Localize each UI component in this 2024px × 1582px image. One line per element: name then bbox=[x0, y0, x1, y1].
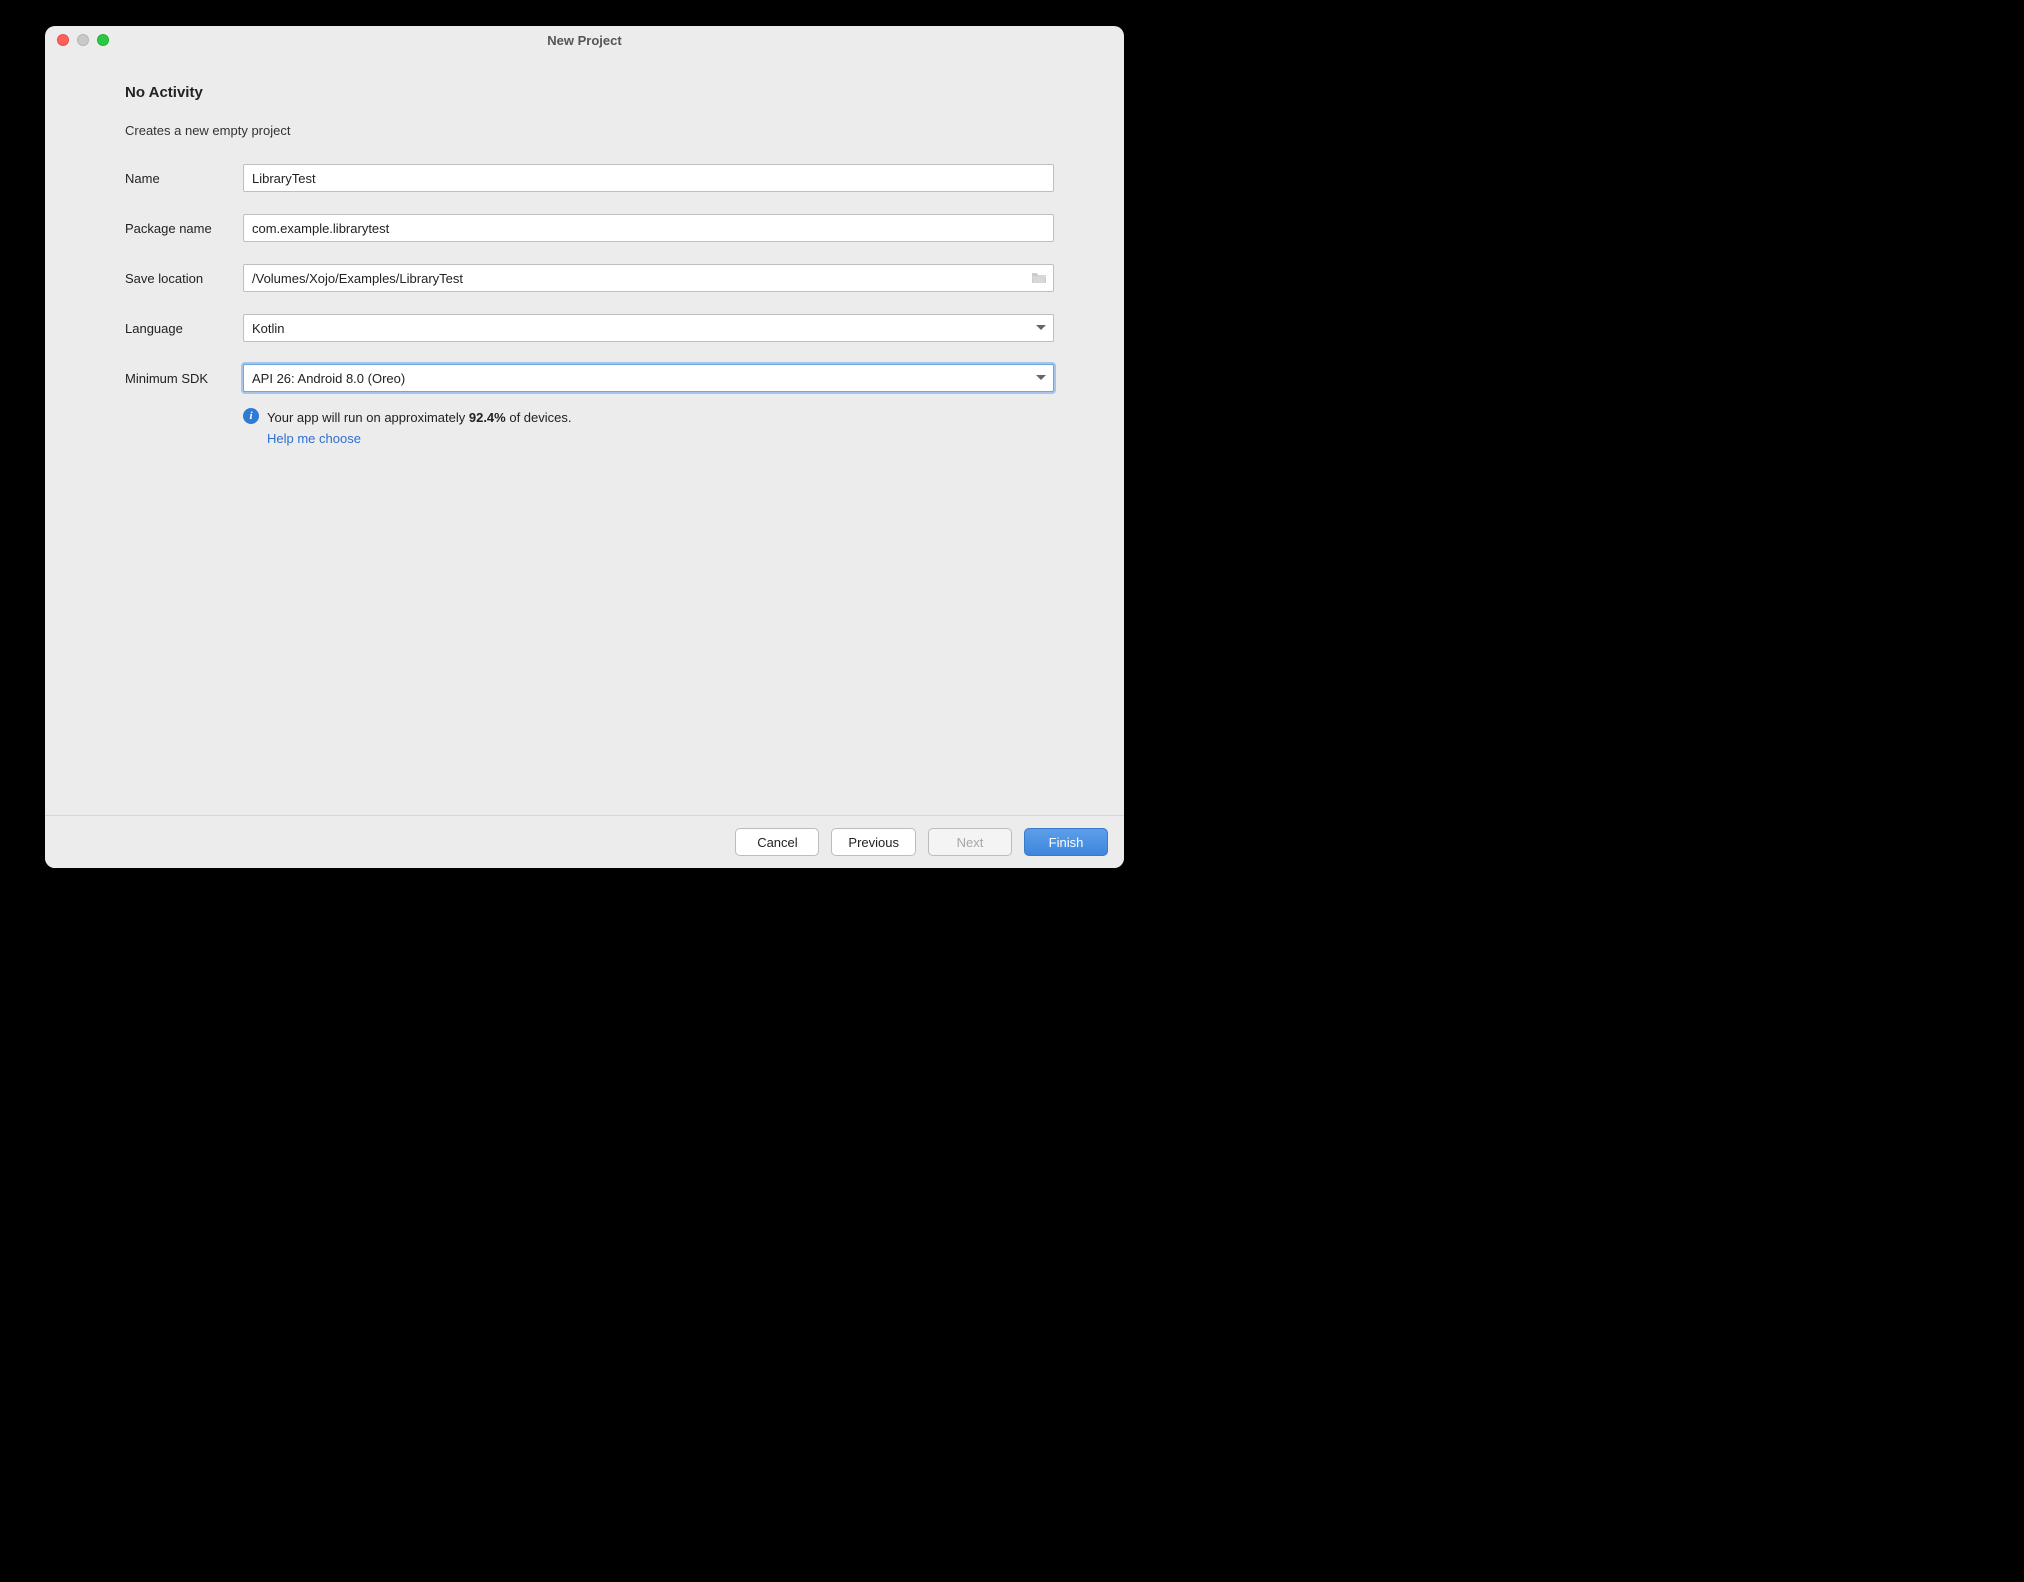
window-controls bbox=[45, 34, 109, 46]
language-select[interactable] bbox=[243, 314, 1054, 342]
close-window-button[interactable] bbox=[57, 34, 69, 46]
info-suffix: of devices. bbox=[506, 410, 572, 425]
info-percentage: 92.4% bbox=[469, 410, 506, 425]
save-location-row: Save location bbox=[125, 264, 1054, 292]
window-title: New Project bbox=[45, 33, 1124, 48]
previous-button[interactable]: Previous bbox=[831, 828, 916, 856]
minimize-window-button[interactable] bbox=[77, 34, 89, 46]
name-row: Name bbox=[125, 164, 1054, 192]
titlebar: New Project bbox=[45, 26, 1124, 54]
dialog-content: No Activity Creates a new empty project … bbox=[45, 54, 1124, 815]
new-project-dialog: New Project No Activity Creates a new em… bbox=[45, 26, 1124, 868]
cancel-button[interactable]: Cancel bbox=[735, 828, 819, 856]
save-location-input[interactable] bbox=[243, 264, 1054, 292]
device-coverage-info: i Your app will run on approximately 92.… bbox=[243, 408, 1054, 429]
package-name-label: Package name bbox=[125, 221, 243, 236]
info-prefix: Your app will run on approximately bbox=[267, 410, 469, 425]
minimum-sdk-select[interactable] bbox=[243, 364, 1054, 392]
name-input[interactable] bbox=[243, 164, 1054, 192]
minimum-sdk-row: Minimum SDK bbox=[125, 364, 1054, 392]
package-name-input[interactable] bbox=[243, 214, 1054, 242]
language-row: Language bbox=[125, 314, 1054, 342]
save-location-label: Save location bbox=[125, 271, 243, 286]
browse-folder-icon[interactable] bbox=[1030, 271, 1048, 285]
info-icon: i bbox=[243, 408, 259, 424]
package-name-row: Package name bbox=[125, 214, 1054, 242]
page-heading: No Activity bbox=[125, 84, 1054, 101]
page-subtitle: Creates a new empty project bbox=[125, 123, 1054, 138]
finish-button[interactable]: Finish bbox=[1024, 828, 1108, 856]
device-coverage-text: Your app will run on approximately 92.4%… bbox=[267, 408, 572, 429]
language-label: Language bbox=[125, 321, 243, 336]
minimum-sdk-label: Minimum SDK bbox=[125, 371, 243, 386]
maximize-window-button[interactable] bbox=[97, 34, 109, 46]
next-button[interactable]: Next bbox=[928, 828, 1012, 856]
help-me-choose-link[interactable]: Help me choose bbox=[267, 431, 1054, 446]
dialog-footer: Cancel Previous Next Finish bbox=[45, 815, 1124, 868]
name-label: Name bbox=[125, 171, 243, 186]
